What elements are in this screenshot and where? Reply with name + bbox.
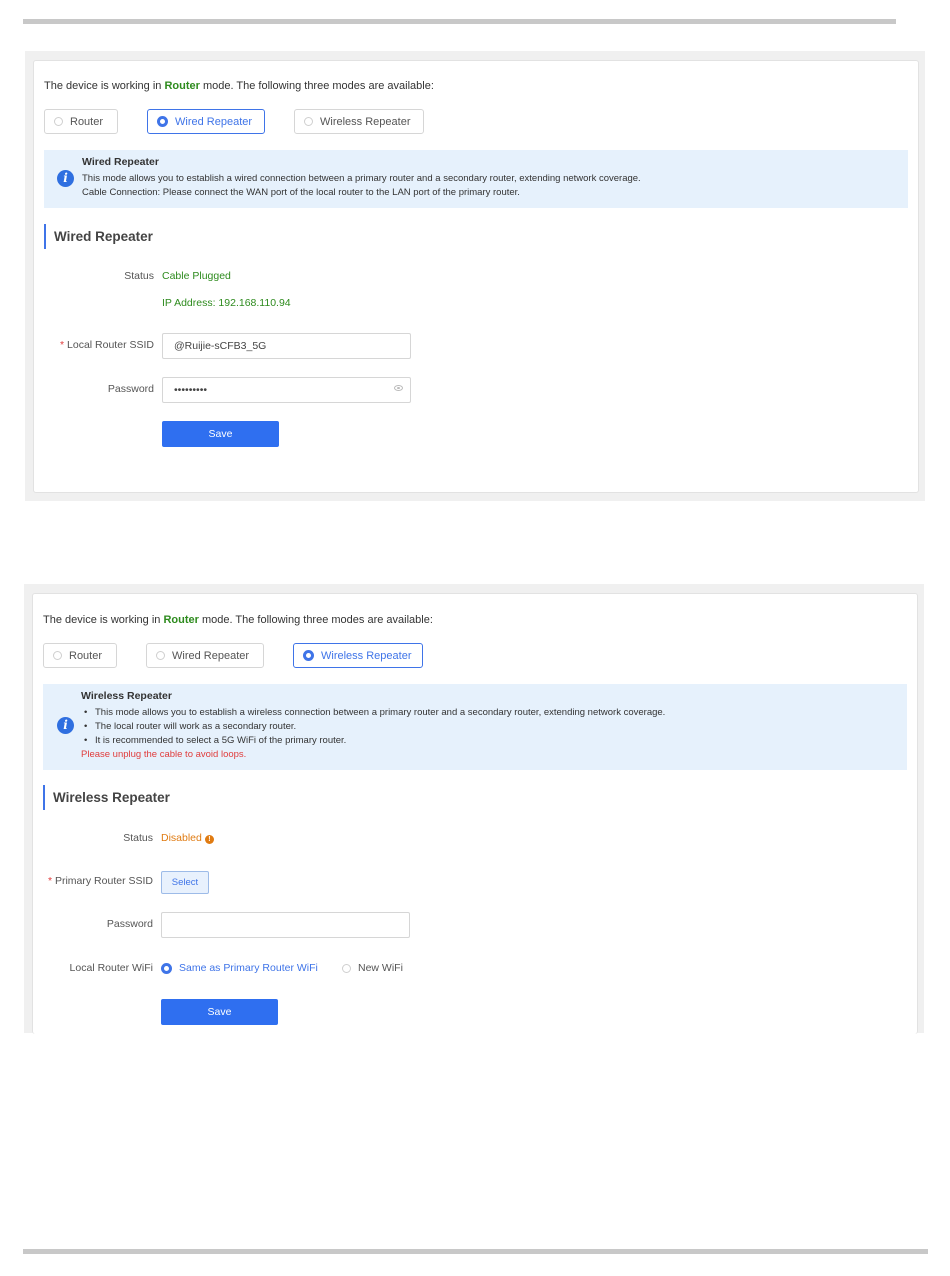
wifi-option-label: New WiFi <box>358 962 403 974</box>
status-label: Status <box>123 832 153 844</box>
label-text: Primary Router SSID <box>54 875 153 887</box>
page-bottom-rule <box>23 1249 928 1254</box>
wired-repeater-info-box: i Wired Repeater This mode allows you to… <box>44 150 908 208</box>
radio-selected-icon <box>161 962 172 974</box>
wired-repeater-screenshot: The device is working in Router mode. Th… <box>25 51 925 501</box>
required-mark: * <box>47 875 53 887</box>
save-button[interactable]: Save <box>162 421 279 447</box>
wifi-option-label: Same as Primary Router WiFi <box>179 962 318 974</box>
wireless-repeater-card: The device is working in Router mode. Th… <box>32 593 918 1034</box>
mode-option-label: Router <box>69 649 103 662</box>
radio-selected-icon <box>303 650 314 661</box>
mode-option-wired-repeater[interactable]: Wired Repeater <box>147 109 265 134</box>
loop-warning: Please unplug the cable to avoid loops. <box>81 749 247 760</box>
status-value: Cable Plugged <box>162 270 231 282</box>
ip-address: IP Address: 192.168.110.94 <box>162 297 291 309</box>
info-description: This mode allows you to establish a wire… <box>82 173 641 184</box>
label-text: Local Router SSID <box>67 339 154 351</box>
section-title: Wireless Repeater <box>43 785 170 810</box>
wifi-option-new-wifi[interactable]: New WiFi <box>342 962 403 974</box>
radio-icon <box>54 117 63 126</box>
mode-option-wireless-repeater[interactable]: Wireless Repeater <box>294 109 424 134</box>
intro-prefix: The device is working in <box>44 80 165 92</box>
info-bullet: This mode allows you to establish a wire… <box>84 707 665 718</box>
required-mark: * <box>60 339 65 351</box>
info-bullet: It is recommended to select a 5G WiFi of… <box>84 735 346 746</box>
status-value: Disabled! <box>161 832 214 844</box>
info-icon: i <box>57 717 74 734</box>
page-top-rule <box>23 19 896 24</box>
mode-option-label: Wireless Repeater <box>320 115 411 128</box>
intro-suffix: mode. The following three modes are avai… <box>198 614 433 626</box>
eye-icon[interactable] <box>394 385 403 391</box>
intro-prefix: The device is working in <box>43 614 164 626</box>
password-input[interactable] <box>161 912 410 938</box>
mode-option-label: Wireless Repeater <box>321 649 412 662</box>
status-text: Disabled <box>161 832 202 844</box>
info-title: Wireless Repeater <box>81 690 172 702</box>
radio-icon <box>156 651 165 660</box>
radio-selected-icon <box>157 116 168 127</box>
wired-repeater-card: The device is working in Router mode. Th… <box>33 60 919 493</box>
password-mask: ••••••••• <box>174 384 208 396</box>
password-input[interactable]: ••••••••• <box>162 377 411 403</box>
current-mode: Router <box>163 614 199 626</box>
mode-option-label: Wired Repeater <box>172 649 250 662</box>
local-router-ssid-label: * Local Router SSID <box>60 339 154 351</box>
info-bullet: The local router will work as a secondar… <box>84 721 296 732</box>
mode-option-label: Router <box>70 115 104 128</box>
mode-intro-text: The device is working in Router mode. Th… <box>43 614 433 626</box>
section-title: Wired Repeater <box>44 224 153 249</box>
info-cable-connection: Cable Connection: Please connect the WAN… <box>82 187 520 198</box>
local-router-wifi-label: Local Router WiFi <box>69 962 153 974</box>
save-button[interactable]: Save <box>161 999 278 1025</box>
info-icon: i <box>57 170 74 187</box>
info-title: Wired Repeater <box>82 156 159 168</box>
wifi-option-same-as-primary[interactable]: Same as Primary Router WiFi <box>161 962 318 974</box>
radio-icon <box>342 963 351 973</box>
mode-intro-text: The device is working in Router mode. Th… <box>44 80 434 92</box>
mode-option-label: Wired Repeater <box>175 115 253 128</box>
select-ssid-button[interactable]: Select <box>161 871 209 894</box>
mode-option-wireless-repeater[interactable]: Wireless Repeater <box>293 643 423 668</box>
wireless-repeater-screenshot: The device is working in Router mode. Th… <box>24 584 924 1034</box>
wireless-repeater-info-box: i Wireless Repeater This mode allows you… <box>43 684 907 770</box>
intro-suffix: mode. The following three modes are avai… <box>199 80 434 92</box>
mode-option-wired-repeater[interactable]: Wired Repeater <box>146 643 264 668</box>
mode-option-router[interactable]: Router <box>44 109 118 134</box>
current-mode: Router <box>164 80 200 92</box>
radio-icon <box>304 117 313 126</box>
status-label: Status <box>124 270 154 282</box>
password-label: Password <box>107 383 154 395</box>
password-label: Password <box>106 918 153 930</box>
mode-option-router[interactable]: Router <box>43 643 117 668</box>
radio-icon <box>53 651 62 660</box>
primary-router-ssid-label: * Primary Router SSID <box>48 875 153 887</box>
local-router-ssid-input[interactable]: @Ruijie-sCFB3_5G <box>162 333 411 359</box>
warning-icon[interactable]: ! <box>204 835 214 844</box>
